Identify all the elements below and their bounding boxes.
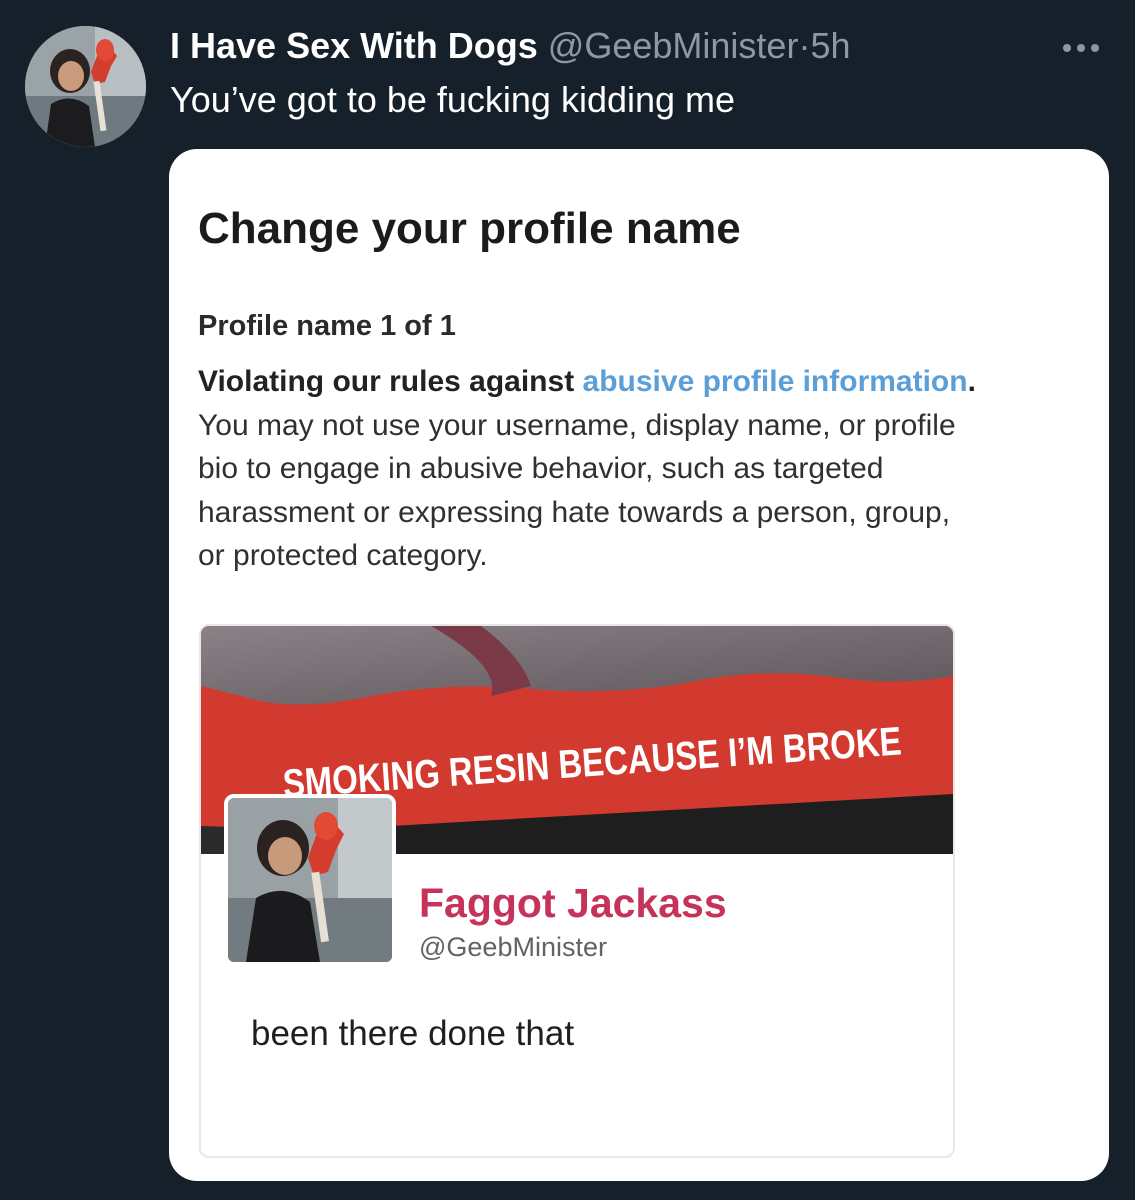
- rule-description: Violating our rules against abusive prof…: [198, 360, 1068, 578]
- media-title: Change your profile name: [198, 204, 741, 253]
- rule-text-line: You may not use your username, display n…: [198, 408, 956, 442]
- profile-card-avatar: [224, 794, 396, 966]
- profile-card-photo: [228, 798, 392, 962]
- tweet-header: I Have Sex With Dogs @GeebMinister·5h: [170, 22, 850, 70]
- tweet-timestamp[interactable]: 5h: [810, 25, 850, 66]
- rule-period: .: [967, 365, 976, 398]
- rule-text-line: harassment or expressing hate towards a …: [198, 495, 951, 529]
- profile-preview-card: EE SMOKING RESIN BECAUSE I’M BROKE Faggo…: [199, 624, 955, 1158]
- rule-link[interactable]: abusive profile information: [583, 365, 968, 398]
- rule-heading-line: Violating our rules against abusive prof…: [198, 360, 1068, 404]
- more-horizontal-icon[interactable]: [1057, 24, 1105, 64]
- tweet-avatar[interactable]: [25, 26, 146, 147]
- rule-text-line: or protected category.: [198, 539, 488, 572]
- profile-card-handle: @GeebMinister: [419, 932, 607, 962]
- profile-card-name: Faggot Jackass: [419, 880, 727, 926]
- profile-card-bio: been there done that: [251, 1014, 575, 1053]
- tweet-text: You’ve got to be fucking kidding me: [170, 79, 736, 120]
- tweet-media-image[interactable]: Change your profile name Profile name 1 …: [169, 149, 1109, 1181]
- avatar-photo: [25, 26, 146, 147]
- separator-dot: ·: [798, 25, 811, 66]
- rule-lead: Violating our rules against: [198, 365, 583, 398]
- rule-text-line: bio to engage in abusive behavior, such …: [198, 452, 884, 485]
- media-subtitle: Profile name 1 of 1: [198, 310, 456, 342]
- tweet-handle[interactable]: @GeebMinister: [548, 25, 799, 66]
- tweet-display-name[interactable]: I Have Sex With Dogs: [170, 25, 538, 66]
